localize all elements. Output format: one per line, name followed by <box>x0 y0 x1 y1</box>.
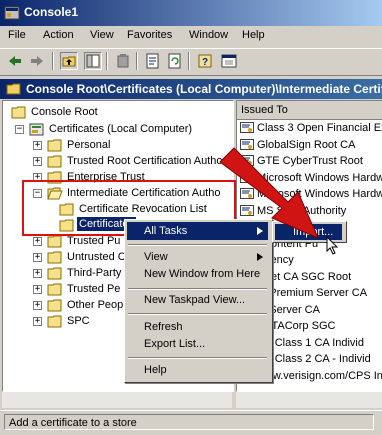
certificate-issued-to: ign Class 2 CA - Individ <box>257 353 371 365</box>
refresh-icon[interactable] <box>166 52 184 70</box>
expand-icon[interactable]: + <box>33 269 42 278</box>
tree-label: SPC <box>67 315 90 327</box>
menu-separator <box>128 357 267 359</box>
mmc-app-icon <box>4 6 20 20</box>
folder-icon <box>47 283 62 296</box>
submenu-arrow-icon <box>257 253 263 261</box>
menu-item-new-taskpad[interactable]: New Taskpad View... <box>127 291 268 309</box>
menu-help[interactable]: Help <box>242 29 265 41</box>
console-path-bar: Console Root\Certificates (Local Compute… <box>0 79 382 99</box>
menu-separator <box>128 288 267 290</box>
tree-label: Trusted Root Certification Autho <box>67 155 223 167</box>
column-header-label: Issued To <box>241 104 288 116</box>
menu-item-view[interactable]: View <box>127 248 268 266</box>
toolbar: ? <box>0 48 382 76</box>
expand-icon[interactable]: + <box>33 301 42 310</box>
tree-label: Console Root <box>31 106 98 118</box>
folder-icon <box>47 267 62 280</box>
svg-text:?: ? <box>202 57 208 68</box>
back-icon[interactable] <box>6 52 24 70</box>
window-title: Console1 <box>24 5 79 19</box>
toolbar-separator <box>106 52 108 70</box>
menu-favorites[interactable]: Favorites <box>127 29 172 41</box>
console-path: Console Root\Certificates (Local Compute… <box>26 82 382 96</box>
status-bar: Add a certificate to a store <box>0 410 382 435</box>
menu-action[interactable]: Action <box>43 29 74 41</box>
export-icon[interactable]: ? <box>196 52 214 70</box>
folder-icon <box>47 139 62 152</box>
folder-icon <box>47 251 62 264</box>
expand-icon[interactable]: + <box>33 157 42 166</box>
menu-item-label: All Tasks <box>144 225 188 237</box>
certificate-issued-to: www.verisign.com/CPS Inc <box>257 369 382 382</box>
folder-icon <box>11 106 26 119</box>
collapse-icon[interactable]: − <box>15 125 24 134</box>
certificate-issued-to: ign Class 1 CA Individ <box>257 336 364 349</box>
folder-icon <box>47 235 62 248</box>
tree-label: Untrusted C <box>67 251 126 263</box>
tree-horizontal-scrollbar[interactable] <box>2 392 232 408</box>
expand-icon[interactable]: + <box>33 237 42 246</box>
menu-separator <box>128 244 267 246</box>
list-horizontal-scrollbar[interactable] <box>236 392 382 408</box>
mouse-cursor-icon <box>326 236 339 255</box>
menu-item-label: View <box>144 251 168 263</box>
certificate-issued-to: Class 3 Open Financial Exc <box>257 122 382 134</box>
tree-label: Trusted Pe <box>67 283 121 295</box>
help-icon[interactable] <box>220 52 238 70</box>
menu-item-label: New Window from Here <box>144 268 261 280</box>
menu-item-label: Export List... <box>144 338 206 350</box>
menu-item-export-list[interactable]: Export List... <box>127 335 268 353</box>
menu-item-label: New Taskpad View... <box>144 294 246 306</box>
menu-item-new-window[interactable]: New Window from Here <box>127 265 268 283</box>
menu-item-label: Refresh <box>144 321 183 333</box>
properties-icon[interactable] <box>144 52 162 70</box>
certificate-issued-to: te Premium Server CA <box>257 287 368 299</box>
certificate-icon <box>240 122 254 133</box>
expand-icon[interactable]: + <box>33 253 42 262</box>
menu-item-refresh[interactable]: Refresh <box>127 318 268 336</box>
status-text: Add a certificate to a store <box>4 414 374 430</box>
forward-icon[interactable] <box>28 52 46 70</box>
menu-view[interactable]: View <box>90 29 114 41</box>
console-root-icon <box>6 83 21 95</box>
column-header-issued-to[interactable]: Issued To <box>237 101 382 120</box>
tree-label: Other Peop <box>67 299 124 311</box>
tree-label: Personal <box>67 139 111 151</box>
tree-label: Certificates (Local Computer) <box>49 123 193 135</box>
folder-icon <box>47 155 62 168</box>
expand-icon[interactable]: + <box>33 285 42 294</box>
folder-icon <box>47 315 62 328</box>
tree-label: Third-Party <box>67 267 122 279</box>
menu-file[interactable]: File <box>8 29 26 41</box>
show-hide-tree-icon[interactable] <box>84 52 102 70</box>
toolbar-separator <box>188 52 190 70</box>
expand-icon[interactable]: + <box>33 141 42 150</box>
expand-icon[interactable]: + <box>33 317 42 326</box>
folder-icon <box>47 299 62 312</box>
toolbar-separator <box>52 52 54 70</box>
annotation-arrow-icon <box>219 147 319 239</box>
tree-label: Trusted Pu <box>67 235 121 247</box>
title-bar: Console1 <box>0 0 382 26</box>
menu-window[interactable]: Window <box>189 29 228 41</box>
menu-item-help[interactable]: Help <box>127 361 268 379</box>
menu-separator <box>128 313 267 315</box>
up-icon[interactable] <box>60 52 78 70</box>
menu-item-label: Help <box>144 364 167 376</box>
toolbar-separator <box>136 52 138 70</box>
delete-icon[interactable] <box>114 52 132 70</box>
context-menu: All Tasks View New Window from Here New … <box>124 219 273 383</box>
certificates-snapin-icon <box>29 123 44 136</box>
menu-bar: File Action View Favorites Window Help <box>0 26 382 46</box>
